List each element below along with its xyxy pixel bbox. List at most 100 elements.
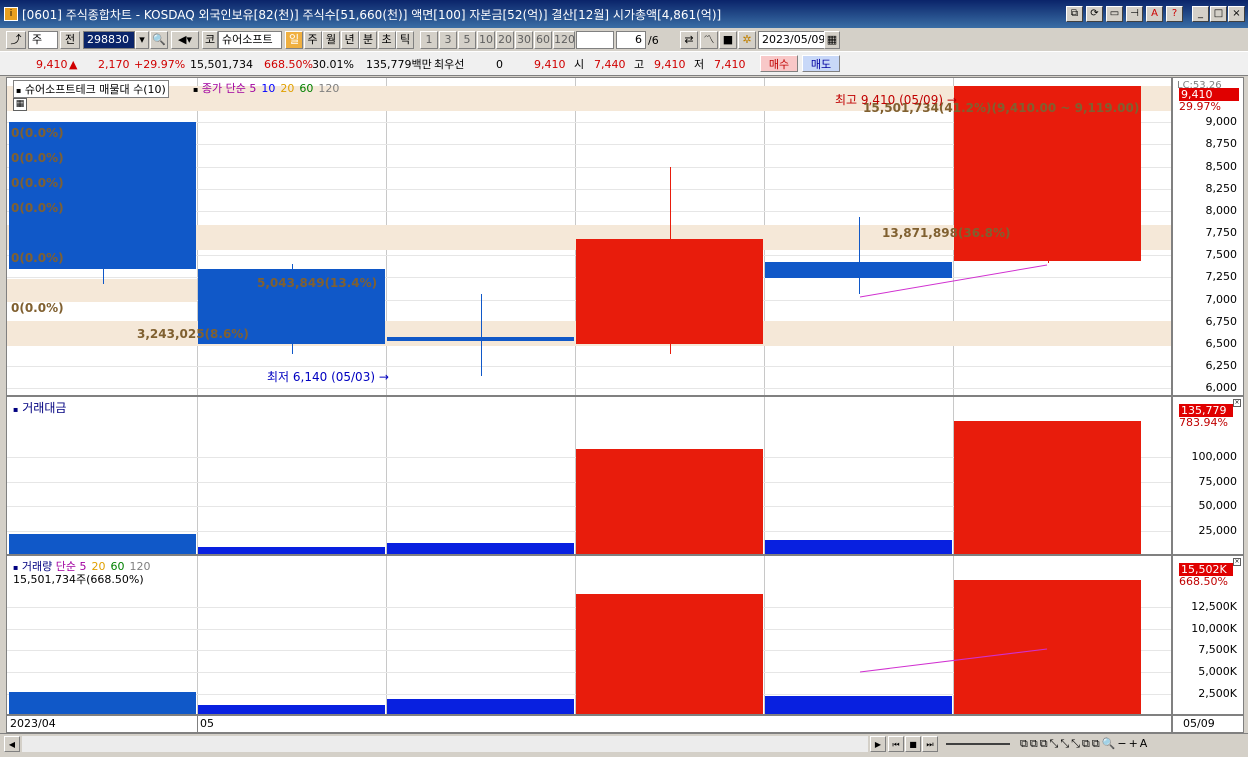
step-back-icon[interactable]: ⏮ — [888, 736, 904, 752]
amount-tag-percent: 783.94% — [1179, 416, 1228, 429]
interval-20[interactable]: 20 — [496, 31, 514, 49]
low-value: 7,410 — [714, 58, 746, 71]
panel-close-icon[interactable]: × — [1233, 558, 1241, 566]
stock-name-field[interactable]: 슈어소프트 — [218, 31, 282, 49]
period-1[interactable]: 주 — [303, 31, 322, 49]
amount-axis: 135,779 783.94% × 100,000 75,000 50,000 25,… — [1172, 396, 1244, 555]
interval-1[interactable]: 1 — [420, 31, 438, 49]
count-input[interactable]: 6 — [616, 31, 646, 49]
maximize-icon[interactable]: □ — [1210, 6, 1227, 22]
scroll-right-icon[interactable]: ▶ — [870, 736, 886, 752]
gear-icon[interactable]: ✲ — [738, 31, 756, 49]
buy-button[interactable]: 매수 — [760, 55, 798, 72]
scroll-track[interactable] — [22, 736, 868, 752]
ma-legend-label: 종가 단순 — [201, 82, 246, 95]
count-total: /6 — [648, 34, 659, 47]
volume-chart[interactable]: ▪ 거래량 단순 5 20 60 120 15,501,734주(668.50%) — [6, 555, 1172, 715]
low-note: 최저 6,140 (05/03) → — [267, 370, 389, 384]
amount-chart[interactable]: ▪ 거래대금 — [6, 396, 1172, 555]
scroll-left-icon[interactable]: ◀ — [4, 736, 20, 752]
chart-icon[interactable]: 〽 — [700, 31, 718, 49]
interval-10[interactable]: 10 — [477, 31, 495, 49]
price-tag-percent: 29.97% — [1179, 100, 1221, 113]
refresh-icon[interactable]: ⟳ — [1086, 6, 1103, 22]
period-3[interactable]: 년 — [340, 31, 359, 49]
volume-bar[interactable] — [9, 534, 196, 554]
price-chart[interactable]: 0(0.0%) 0(0.0%) 0(0.0%) 0(0.0%) 0(0.0%) 0(0.0… — [6, 77, 1172, 396]
price-tick: 7,250 — [1205, 270, 1238, 284]
high-value: 9,410 — [654, 58, 686, 71]
period-5[interactable]: 초 — [377, 31, 396, 49]
speaker-icon[interactable]: ◀▾ — [171, 31, 199, 49]
link-icon[interactable]: ⧉ — [1066, 6, 1083, 22]
ma-period-10: 10 — [261, 82, 276, 95]
price-change: 2,170 — [98, 58, 130, 71]
volume-ma5-line — [859, 648, 1048, 673]
stock-search-icon[interactable]: ⤴ — [6, 31, 26, 49]
window-icon[interactable]: ▭ — [1106, 6, 1123, 22]
zoom-slider[interactable] — [946, 743, 1010, 745]
search-icon[interactable]: 🔍 — [150, 31, 168, 49]
font-icon[interactable]: A — [1146, 6, 1163, 22]
interval-5[interactable]: 5 — [458, 31, 476, 49]
price-tick: 6,250 — [1205, 358, 1238, 372]
volume-bar[interactable] — [387, 543, 574, 554]
low-label: 저 — [694, 58, 705, 71]
chart-tools-icons[interactable]: ⧉⧉⧉⤡⤡⤡⧉⧉🔍−+A — [1020, 737, 1149, 751]
up-arrow-icon: ▲ — [69, 58, 78, 71]
axis-tick: 2,500K — [1198, 687, 1237, 701]
panel-close-icon[interactable]: × — [1233, 399, 1241, 407]
code-input[interactable]: 298830 — [83, 31, 135, 49]
x-label-left: 2023/04 — [10, 717, 56, 730]
current-price: 9,410 — [36, 58, 68, 71]
interval-3[interactable]: 3 — [439, 31, 457, 49]
stop-icon[interactable]: ■ — [905, 736, 921, 752]
ma5-line — [859, 264, 1048, 298]
quote-label: 최우선 — [434, 58, 465, 71]
volume-bar[interactable] — [765, 539, 952, 554]
interval-select[interactable] — [576, 31, 614, 49]
market-select[interactable]: 주 — [28, 31, 58, 49]
price-tick: 8,500 — [1205, 159, 1238, 173]
high-note: 최고 9,410 (05/09) → — [835, 93, 957, 107]
volume-ma-layer — [859, 648, 1048, 673]
volume-profile-label: 0(0.0%) — [11, 126, 64, 140]
app-icon: i — [4, 7, 18, 21]
price-tick: 7,000 — [1205, 292, 1238, 306]
volume-profile-label: 13,871,898(36.8%) — [882, 226, 1011, 240]
minimize-icon[interactable]: _ — [1192, 6, 1209, 22]
axis-tick: 100,000 — [1191, 449, 1238, 463]
amount-title: 거래대금 — [22, 401, 67, 415]
pin-icon[interactable]: ⊣ — [1126, 6, 1143, 22]
step-forward-icon[interactable]: ⏭ — [922, 736, 938, 752]
square-icon: ▪ — [193, 85, 199, 94]
x-label-right: 05/09 — [1183, 717, 1215, 730]
help-icon[interactable]: ? — [1166, 6, 1183, 22]
interval-60[interactable]: 60 — [534, 31, 552, 49]
period-2[interactable]: 월 — [322, 31, 340, 49]
volume-bar[interactable] — [198, 547, 385, 554]
period-6[interactable]: 틱 — [396, 31, 414, 49]
transfer-icon[interactable]: ⇄ — [680, 31, 698, 49]
quote-qty: 0 — [496, 58, 503, 71]
volume-bar[interactable] — [576, 448, 763, 554]
interval-30[interactable]: 30 — [515, 31, 533, 49]
save-icon[interactable]: ■ — [719, 31, 737, 49]
volume-axis: 15,502K 668.50% × 12,500K 10,000K 7,500K 5,… — [1172, 555, 1244, 715]
date-input[interactable]: 2023/05/09 — [758, 31, 826, 49]
price-tick: 9,000 — [1205, 115, 1238, 129]
sell-button[interactable]: 매도 — [802, 55, 840, 72]
calendar-icon[interactable]: ▦ — [824, 31, 840, 49]
period-0[interactable]: 일 — [285, 31, 303, 49]
close-icon[interactable]: × — [1228, 6, 1245, 22]
ko-label[interactable]: 코 — [202, 31, 218, 49]
chevron-down-icon[interactable]: ▾ — [135, 31, 149, 49]
prev-button[interactable]: 전 — [60, 31, 80, 49]
volume-bar[interactable] — [954, 421, 1141, 554]
x-label-mid: 05 — [200, 717, 214, 730]
period-4[interactable]: 분 — [359, 31, 377, 49]
window-title: [0601] 주식종합차트 - KOSDAQ 외국인보유[82(천)] 주식수[… — [22, 8, 722, 22]
price-tick: 6,000 — [1205, 381, 1238, 395]
interval-120[interactable]: 120 — [553, 31, 575, 49]
grid-icon[interactable]: ▦ — [13, 98, 27, 111]
